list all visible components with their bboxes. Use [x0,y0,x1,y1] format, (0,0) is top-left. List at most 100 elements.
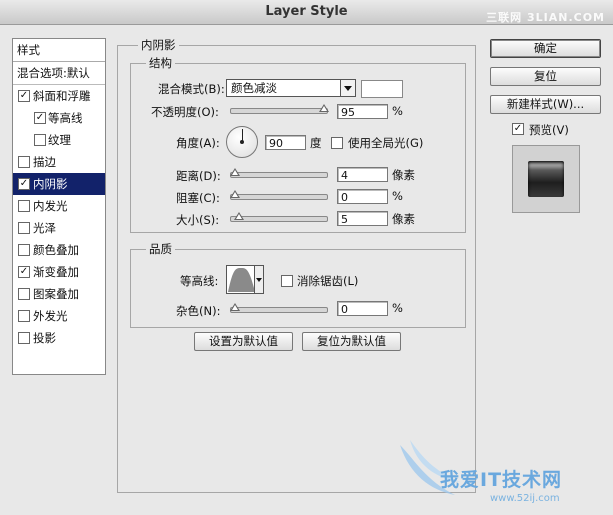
style-item-label: 投影 [33,331,56,345]
style-item-label: 斜面和浮雕 [33,89,91,103]
opacity-label: 不透明度(O): [151,105,219,119]
style-item[interactable]: 颜色叠加 [13,239,105,261]
size-label: 大小(S): [176,213,220,227]
distance-slider[interactable] [230,168,328,178]
style-item-label: 描边 [33,155,56,169]
noise-input[interactable]: 0 [337,301,388,316]
style-items: 斜面和浮雕等高线纹理描边内阴影内发光光泽颜色叠加渐变叠加图案叠加外发光投影 [13,85,105,349]
size-unit: 像素 [392,212,415,226]
contour-picker[interactable] [226,265,264,294]
distance-unit: 像素 [392,168,415,182]
opacity-input[interactable]: 95 [337,104,388,119]
style-item[interactable]: 渐变叠加 [13,261,105,283]
style-item-checkbox[interactable] [18,310,30,322]
structure-title: 结构 [146,55,175,71]
angle-center-dot [240,140,244,144]
opacity-slider[interactable] [230,104,329,114]
style-item-checkbox[interactable] [18,90,30,102]
contour-label: 等高线: [180,274,219,288]
distance-slider-thumb[interactable] [230,168,240,176]
style-item[interactable]: 内发光 [13,195,105,217]
choke-input[interactable]: 0 [337,189,388,204]
preview-swatch [528,161,564,197]
style-item-label: 内发光 [33,199,68,213]
size-slider[interactable] [230,212,328,222]
style-item-label: 纹理 [48,133,71,147]
style-item-checkbox[interactable] [34,112,46,124]
style-item-label: 外发光 [33,309,68,323]
style-item-checkbox[interactable] [18,288,30,300]
title-bar: Layer Style 三联网 3LIAN.COM [0,0,613,25]
style-item-checkbox[interactable] [18,266,30,278]
ok-button[interactable]: 确定 [490,39,601,58]
style-item-checkbox[interactable] [18,200,30,212]
blend-options-item[interactable]: 混合选项:默认 [13,62,105,85]
panel-title: 内阴影 [138,37,179,53]
bottom-watermark: 我爱IT技术网 www.52ij.com [395,435,605,515]
style-item[interactable]: 纹理 [13,129,105,151]
choke-percent: % [392,189,403,203]
blend-mode-value: 颜色减淡 [231,81,277,95]
reset-default-button[interactable]: 复位为默认值 [302,332,401,351]
style-item-checkbox[interactable] [18,156,30,168]
watermark-url: www.52ij.com [490,493,560,504]
blend-mode-select[interactable]: 颜色减淡 [226,79,356,97]
global-light-label[interactable]: 使用全局光(G) [348,135,423,151]
style-item[interactable]: 描边 [13,151,105,173]
style-item[interactable]: 等高线 [13,107,105,129]
choke-slider[interactable] [230,190,328,200]
style-item-label: 图案叠加 [33,287,79,301]
reset-button[interactable]: 复位 [490,67,601,86]
style-item-checkbox[interactable] [18,178,30,190]
angle-dial[interactable] [226,126,258,158]
angle-label: 角度(A): [176,136,220,150]
preview-label[interactable]: 预览(V) [529,122,569,138]
style-item[interactable]: 内阴影 [13,173,105,195]
size-input[interactable]: 5 [337,211,388,226]
new-style-button[interactable]: 新建样式(W)... [490,95,601,114]
distance-input[interactable]: 4 [337,167,388,182]
dialog-body: 样式 混合选项:默认 斜面和浮雕等高线纹理描边内阴影内发光光泽颜色叠加渐变叠加图… [0,25,613,504]
style-item-checkbox[interactable] [18,222,30,234]
shadow-color-swatch[interactable] [361,80,403,98]
contour-curve-icon [228,268,255,292]
style-item-label: 等高线 [48,111,83,125]
noise-slider-thumb[interactable] [230,303,240,311]
angle-degree: 度 [310,136,322,150]
style-item-checkbox[interactable] [18,244,30,256]
opacity-slider-thumb[interactable] [319,104,329,112]
angle-input[interactable]: 90 [265,135,306,150]
chevron-down-icon [340,80,355,96]
style-list: 样式 混合选项:默认 斜面和浮雕等高线纹理描边内阴影内发光光泽颜色叠加渐变叠加图… [12,38,106,375]
style-item-checkbox[interactable] [18,332,30,344]
style-item[interactable]: 外发光 [13,305,105,327]
choke-label: 阻塞(C): [176,191,220,205]
style-list-header[interactable]: 样式 [13,39,105,62]
style-item[interactable]: 斜面和浮雕 [13,85,105,107]
preview-checkbox[interactable] [512,123,524,135]
distance-label: 距离(D): [176,169,221,183]
style-item-label: 渐变叠加 [33,265,79,279]
antialias-checkbox[interactable] [281,275,293,287]
antialias-label[interactable]: 消除锯齿(L) [297,273,358,289]
quality-title: 品质 [146,241,175,257]
blend-mode-label: 混合模式(B): [158,82,225,96]
opacity-percent: % [392,104,403,118]
global-light-checkbox[interactable] [331,137,343,149]
chevron-down-icon [254,266,263,293]
make-default-button[interactable]: 设置为默认值 [194,332,293,351]
style-item-label: 颜色叠加 [33,243,79,257]
size-slider-thumb[interactable] [234,212,244,220]
choke-slider-thumb[interactable] [230,190,240,198]
style-item-label: 内阴影 [33,177,68,191]
window-title: Layer Style [265,4,348,19]
style-item[interactable]: 光泽 [13,217,105,239]
style-preview [512,145,580,213]
style-item-checkbox[interactable] [34,134,46,146]
watermark-text: 我爱IT技术网 [440,469,563,491]
style-item[interactable]: 图案叠加 [13,283,105,305]
noise-label: 杂色(N): [176,304,221,318]
noise-percent: % [392,301,403,315]
noise-slider[interactable] [230,303,328,313]
style-item[interactable]: 投影 [13,327,105,349]
